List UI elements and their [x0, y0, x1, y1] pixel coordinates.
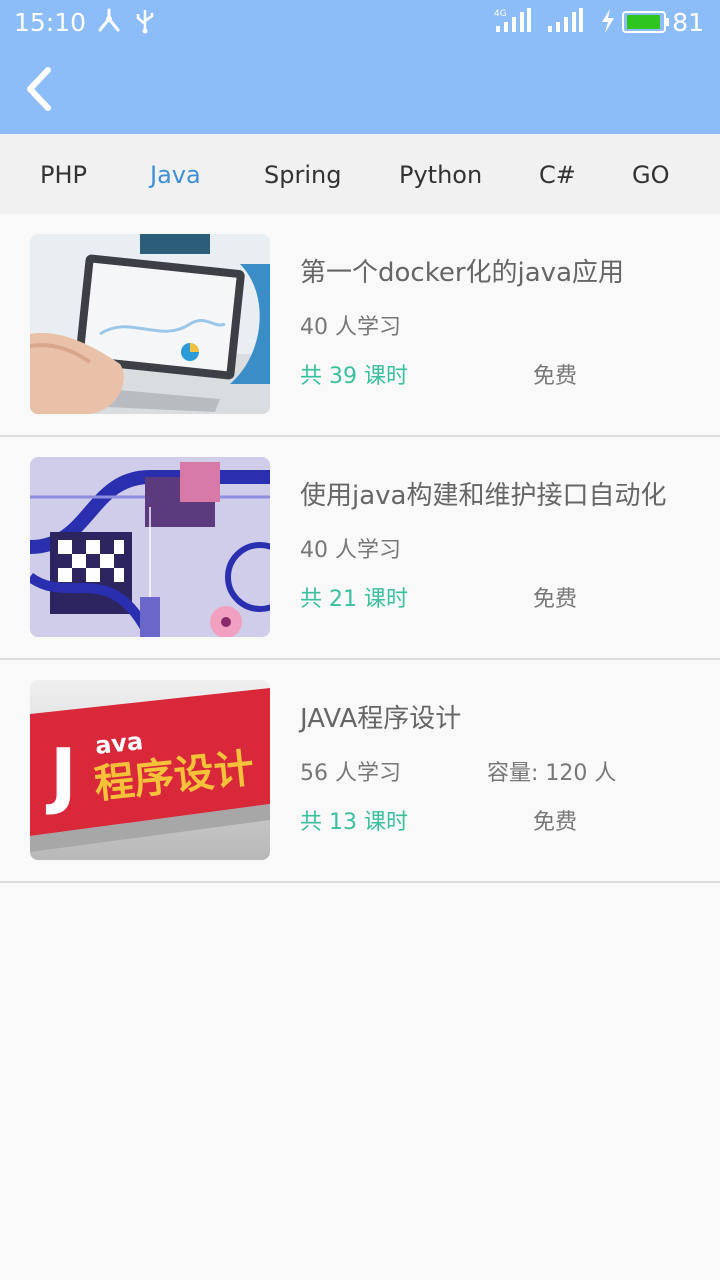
- thumb-letter: J: [45, 733, 77, 817]
- student-count: 56 人学习: [300, 761, 401, 786]
- signal-icon: [546, 8, 584, 40]
- course-title: 第一个docker化的java应用: [300, 258, 624, 288]
- usb-icon: [134, 8, 156, 40]
- lesson-count: 共 21 课时: [300, 587, 408, 612]
- chevron-left-icon: [27, 67, 51, 111]
- battery-icon: [622, 10, 670, 40]
- course-item[interactable]: J ava 程序设计 JAVA程序设计 56 人学习 容量: 120 人 共 1…: [0, 660, 720, 883]
- course-price: 免费: [533, 364, 578, 389]
- category-tabs: PHP Java Spring Python C# GO: [0, 134, 720, 214]
- course-title: JAVA程序设计: [300, 704, 462, 734]
- tab-spring[interactable]: Spring: [264, 134, 341, 214]
- course-thumbnail: J ava 程序设计: [30, 680, 270, 860]
- network-type-label: 4G: [494, 9, 507, 19]
- tab-java[interactable]: Java: [150, 134, 201, 214]
- course-price: 免费: [533, 810, 578, 835]
- tab-php[interactable]: PHP: [40, 134, 87, 214]
- signal-icon: 4G: [494, 8, 532, 40]
- thumb-small-text: ava: [94, 727, 145, 760]
- status-bar: 15:10 4G 81: [0, 0, 720, 46]
- app-header: 15:10 4G 81: [0, 0, 720, 134]
- course-item[interactable]: 使用java构建和维护接口自动化 40 人学习 共 21 课时 免费: [0, 437, 720, 660]
- course-item[interactable]: 第一个docker化的java应用 40 人学习 共 39 课时 免费: [0, 214, 720, 437]
- lesson-count: 共 13 课时: [300, 810, 408, 835]
- tab-python[interactable]: Python: [399, 134, 482, 214]
- tab-go[interactable]: GO: [632, 134, 670, 214]
- back-button[interactable]: [20, 64, 70, 114]
- course-title: 使用java构建和维护接口自动化: [300, 481, 667, 511]
- course-thumbnail: [30, 457, 270, 637]
- course-capacity: 容量: 120 人: [487, 761, 617, 786]
- tab-csharp[interactable]: C#: [539, 134, 576, 214]
- student-count: 40 人学习: [300, 538, 401, 563]
- course-list: 第一个docker化的java应用 40 人学习 共 39 课时 免费 使用ja…: [0, 214, 720, 883]
- share-icon: [96, 8, 122, 40]
- course-thumbnail: [30, 234, 270, 414]
- status-time: 15:10: [14, 8, 87, 37]
- student-count: 40 人学习: [300, 315, 401, 340]
- charging-icon: [600, 8, 616, 40]
- course-price: 免费: [533, 587, 578, 612]
- battery-percent: 81: [672, 8, 704, 37]
- lesson-count: 共 39 课时: [300, 364, 408, 389]
